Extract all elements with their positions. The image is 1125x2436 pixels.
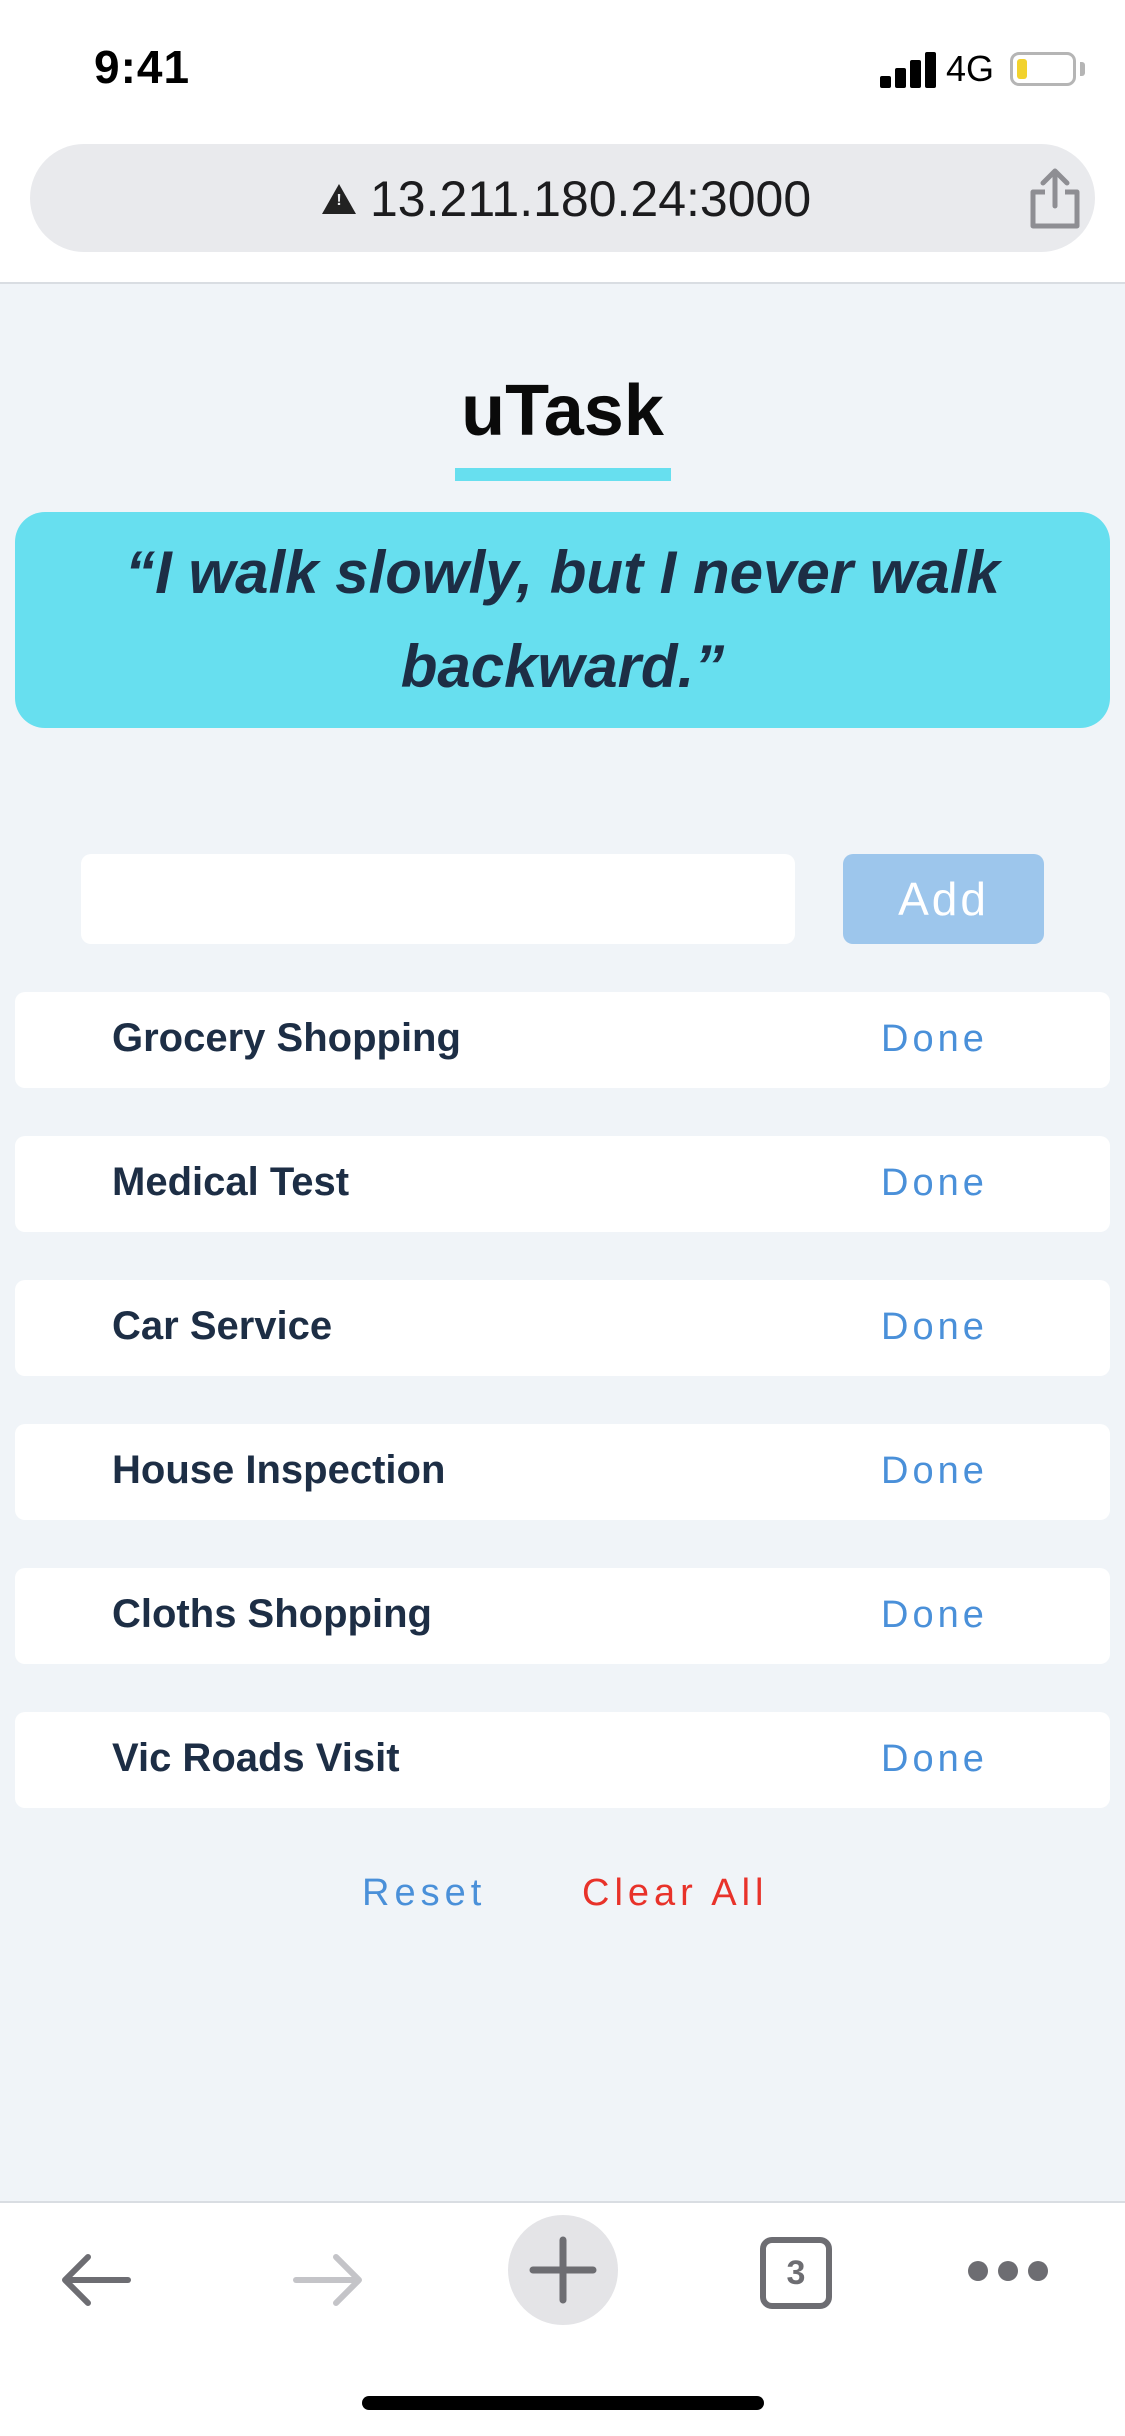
clear-all-button[interactable]: Clear All (582, 1872, 769, 1915)
signal-icon (880, 50, 936, 88)
arrow-left-icon[interactable] (58, 2247, 134, 2313)
arrow-right-icon[interactable] (290, 2247, 366, 2313)
app-title: uTask (461, 371, 664, 451)
task-row: Cloths Shopping Done (15, 1568, 1110, 1664)
add-button[interactable]: Add (843, 854, 1044, 944)
task-label: Vic Roads Visit (112, 1736, 400, 1780)
task-label: House Inspection (112, 1448, 446, 1492)
plus-icon (529, 2236, 597, 2304)
network-type: 4G (946, 48, 995, 89)
new-tab-button[interactable] (508, 2215, 618, 2325)
done-button[interactable]: Done (881, 1306, 988, 1349)
battery-tip (1080, 62, 1085, 76)
quote-text: “I walk slowly, but I never walk backwar… (125, 539, 1000, 700)
ellipsis-icon[interactable] (966, 2259, 1050, 2283)
status-bar: 9:41 4G (0, 0, 1125, 140)
task-label: Car Service (112, 1304, 333, 1348)
quote-banner: “I walk slowly, but I never walk backwar… (15, 512, 1110, 728)
done-button[interactable]: Done (881, 1450, 988, 1493)
task-row: House Inspection Done (15, 1424, 1110, 1520)
title-underline (455, 468, 671, 481)
screen: 9:41 4G ! 13.211.180.24:3000 uTask “I wa… (0, 0, 1125, 2436)
task-row: Car Service Done (15, 1280, 1110, 1376)
done-button[interactable]: Done (881, 1594, 988, 1637)
task-list: Grocery Shopping Done Medical Test Done … (15, 992, 1110, 1856)
tab-count-icon[interactable]: 3 (760, 2237, 832, 2309)
task-row: Grocery Shopping Done (15, 992, 1110, 1088)
done-button[interactable]: Done (881, 1738, 988, 1781)
browser-top-bar: ! 13.211.180.24:3000 (0, 140, 1125, 284)
done-button[interactable]: Done (881, 1018, 988, 1061)
status-time: 9:41 (94, 41, 191, 93)
warning-mark: ! (336, 192, 342, 209)
task-label: Grocery Shopping (112, 1016, 461, 1060)
battery-icon (1010, 52, 1076, 86)
task-input[interactable] (81, 854, 795, 944)
task-label: Cloths Shopping (112, 1592, 432, 1636)
home-indicator (362, 2396, 764, 2410)
done-button[interactable]: Done (881, 1162, 988, 1205)
reset-button[interactable]: Reset (362, 1872, 486, 1915)
task-row: Vic Roads Visit Done (15, 1712, 1110, 1808)
task-label: Medical Test (112, 1160, 350, 1204)
url-text: 13.211.180.24:3000 (370, 171, 812, 227)
url-bar[interactable]: ! 13.211.180.24:3000 (30, 144, 1095, 252)
task-row: Medical Test Done (15, 1136, 1110, 1232)
share-icon[interactable] (1025, 166, 1085, 230)
